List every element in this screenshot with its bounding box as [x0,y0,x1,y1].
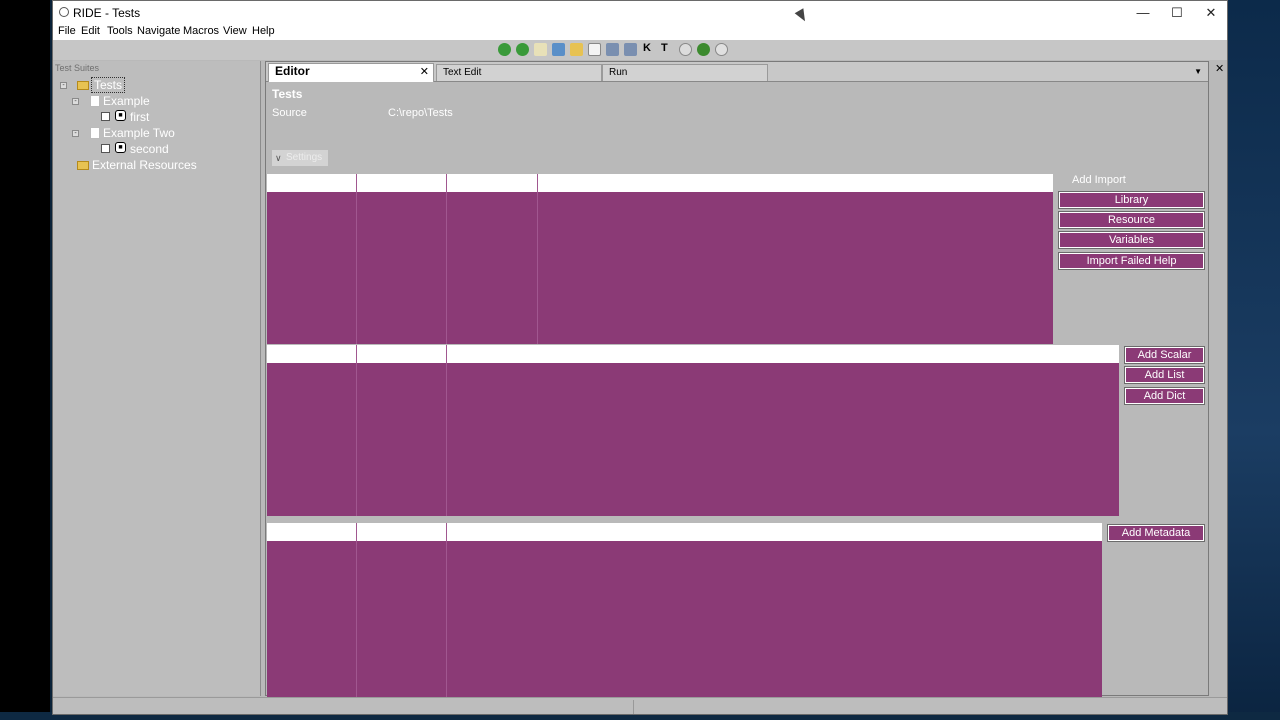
column-divider [356,523,357,697]
desktop-background-left [0,0,50,720]
variables-table[interactable] [267,345,1119,516]
add-scalar-button[interactable]: Add Scalar [1124,346,1205,364]
new-project-icon[interactable] [534,43,547,56]
source-label: Source [272,107,307,119]
close-tab-icon[interactable]: ✕ [420,65,429,80]
tab-text-edit[interactable]: Text Edit [436,64,602,81]
tab-editor-label: Editor [275,64,310,78]
variables-button[interactable]: Variables [1058,231,1205,249]
tab-list-dropdown-icon[interactable]: ▼ [1194,67,1202,76]
status-bar [53,697,1227,714]
suite-file-icon [90,95,100,107]
search-tests-icon[interactable]: T [661,42,668,54]
column-divider [356,174,357,344]
imports-table[interactable] [267,174,1053,344]
stop-icon[interactable] [715,43,728,56]
run-icon[interactable] [679,43,692,56]
settings-toggle-label: Settings [286,152,323,163]
menu-bar: File Edit Tools Navigate Macros View Hel… [53,24,1227,40]
resource-button[interactable]: Resource [1058,211,1205,229]
collapse-example-toggle[interactable]: - [72,98,79,105]
debug-icon[interactable] [697,43,710,56]
menu-tools[interactable]: Tools [107,25,133,37]
tree-item-tests[interactable]: Tests [91,77,126,93]
add-list-button[interactable]: Add List [1124,366,1205,384]
test-checkbox-first[interactable] [101,112,110,121]
column-divider [356,345,357,516]
collapse-tests-toggle[interactable]: - [60,82,67,89]
metadata-table-header [267,523,1102,541]
toolbar: K T [53,40,1227,60]
tab-run[interactable]: Run [602,64,768,81]
back-icon[interactable] [498,43,511,56]
tree-item-external-resources[interactable]: External Resources [92,157,197,173]
collapse-example-two-toggle[interactable]: - [72,130,79,137]
source-path: C:\repo\Tests [388,107,453,119]
column-divider [446,523,447,697]
save-icon[interactable] [606,43,619,56]
settings-toggle-button[interactable]: ∨ Settings [272,150,328,166]
add-import-label: Add Import [1072,174,1126,186]
menu-view[interactable]: View [223,25,247,37]
tab-bar: Editor ✕ Text Edit Run ▼ [266,62,1208,82]
suite-file-icon [90,127,100,139]
desktop-background-right [1228,0,1280,720]
ride-app-icon [59,7,69,17]
window-title: RIDE - Tests [73,6,141,20]
minimize-button[interactable]: — [1126,1,1160,24]
tree-item-second[interactable]: second [130,141,169,157]
library-button[interactable]: Library [1058,191,1205,209]
editor-pane: Editor ✕ Text Edit Run ▼ Tests Source C:… [265,61,1209,697]
tab-run-label: Run [609,67,628,78]
search-keywords-icon[interactable]: K [643,42,651,54]
menu-navigate[interactable]: Navigate [137,25,180,37]
column-divider [446,174,447,344]
imports-table-header [267,174,1053,192]
tree-item-first[interactable]: first [130,109,149,125]
test-suites-header: Test Suites [55,63,100,73]
save-all-icon[interactable] [624,43,637,56]
tab-text-edit-label: Text Edit [443,67,482,78]
menu-help[interactable]: Help [252,25,275,37]
open-test-suite-icon[interactable] [552,43,565,56]
menu-edit[interactable]: Edit [81,25,100,37]
test-case-icon: ■ [115,110,126,121]
chevron-down-icon: ∨ [275,153,282,163]
external-resources-folder-icon [77,161,89,170]
open-directory-icon[interactable] [570,43,583,56]
suite-name: Tests [272,87,303,101]
variables-table-header [267,345,1119,363]
menu-file[interactable]: File [58,25,76,37]
test-suites-pane: Test Suites - Tests - Example ■ first - … [53,61,261,696]
new-resource-icon[interactable] [588,43,601,56]
folder-icon [77,81,89,90]
title-bar: RIDE - Tests — ☐ ✕ [53,1,1227,24]
close-pane-icon[interactable]: ✕ [1215,62,1224,75]
tree-item-example-two[interactable]: Example Two [103,125,175,141]
forward-icon[interactable] [516,43,529,56]
tree-item-example[interactable]: Example [103,93,150,109]
test-case-icon: ■ [115,142,126,153]
metadata-table[interactable] [267,523,1102,697]
ride-window: RIDE - Tests — ☐ ✕ File Edit Tools Navig… [52,0,1228,715]
test-checkbox-second[interactable] [101,144,110,153]
column-divider [537,174,538,344]
add-metadata-button[interactable]: Add Metadata [1107,524,1205,542]
status-divider [633,700,634,714]
maximize-button[interactable]: ☐ [1160,1,1194,24]
tab-editor[interactable]: Editor ✕ [268,63,434,82]
menu-macros[interactable]: Macros [183,25,219,37]
column-divider [446,345,447,516]
add-dict-button[interactable]: Add Dict [1124,387,1205,405]
import-failed-help-button[interactable]: Import Failed Help [1058,252,1205,270]
close-window-button[interactable]: ✕ [1194,1,1227,24]
